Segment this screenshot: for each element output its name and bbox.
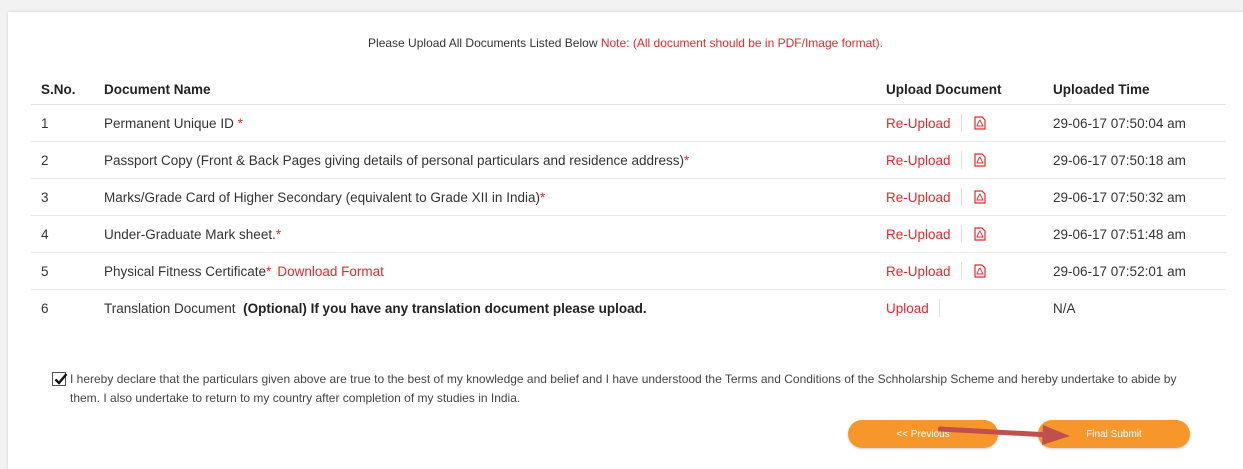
- pdf-file-icon[interactable]: [973, 264, 986, 278]
- table-row: 6 Translation Document (Optional) If you…: [31, 290, 1226, 327]
- header-upload-document: Upload Document: [876, 74, 1043, 105]
- document-label: Translation Document: [104, 300, 236, 316]
- row-upload-cell: Re-Upload: [876, 141, 1043, 179]
- header-sno: S.No.: [31, 74, 94, 105]
- pdf-file-icon[interactable]: [973, 116, 986, 130]
- row-uploaded-time: 29-06-17 07:51:48 am: [1043, 215, 1226, 253]
- upload-documents-panel: Please Upload All Documents Listed Below…: [8, 12, 1243, 469]
- row-sno: 6: [41, 300, 49, 316]
- pdf-file-icon[interactable]: [973, 190, 986, 204]
- row-uploaded-time: 29-06-17 07:50:04 am: [1043, 104, 1226, 142]
- row-document-name: Translation Document (Optional) If you h…: [94, 290, 876, 327]
- divider: [960, 225, 962, 243]
- declaration-block: I hereby declare that the particulars gi…: [52, 370, 1202, 408]
- required-marker: *: [539, 189, 546, 205]
- download-format-link[interactable]: Download Format: [277, 264, 384, 279]
- table-row: 3 Marks/Grade Card of Higher Secondary (…: [31, 178, 1226, 216]
- declaration-checkbox[interactable]: [52, 372, 68, 386]
- table-row: 2 Passport Copy (Front & Back Pages givi…: [31, 141, 1226, 179]
- upload-notice: Please Upload All Documents Listed Below…: [8, 36, 1243, 50]
- row-sno: 3: [31, 178, 94, 216]
- notice-note: Note: (All document should be in PDF/Ima…: [600, 36, 883, 50]
- check-icon: [54, 373, 68, 385]
- notice-text: Please Upload All Documents Listed Below: [368, 36, 598, 50]
- required-marker: *: [275, 226, 282, 242]
- document-label: Under-Graduate Mark sheet.: [104, 226, 276, 242]
- row-upload-cell: Re-Upload: [876, 178, 1043, 216]
- document-label: Permanent Unique ID: [104, 115, 234, 131]
- row-uploaded-time: 29-06-17 07:50:18 am: [1043, 141, 1226, 179]
- row-upload-cell: Upload: [876, 290, 1043, 327]
- row-document-name: Physical Fitness Certificate* Download Fo…: [94, 252, 876, 290]
- reupload-link[interactable]: Re-Upload: [886, 153, 951, 168]
- header-uploaded-time: Uploaded Time: [1043, 74, 1226, 105]
- row-sno: 2: [31, 141, 94, 179]
- row-document-name: Under-Graduate Mark sheet.*: [94, 215, 876, 253]
- reupload-link[interactable]: Re-Upload: [886, 227, 951, 242]
- declaration-text: I hereby declare that the particulars gi…: [70, 372, 1177, 405]
- row-upload-cell: Re-Upload: [876, 252, 1043, 290]
- document-label: Physical Fitness Certificate: [104, 263, 267, 279]
- row-upload-cell: Re-Upload: [876, 215, 1043, 253]
- pdf-file-icon[interactable]: [973, 227, 986, 241]
- reupload-link[interactable]: Re-Upload: [886, 190, 951, 205]
- required-marker: *: [233, 115, 243, 131]
- row-document-name: Permanent Unique ID *: [94, 104, 876, 142]
- document-label: Marks/Grade Card of Higher Secondary (eq…: [104, 189, 540, 205]
- documents-table: S.No. Document Name Upload Document Uplo…: [31, 74, 1226, 326]
- upload-link[interactable]: Upload: [886, 301, 929, 316]
- table-row: 1 Permanent Unique ID * Re-Upload 29-06-…: [31, 104, 1226, 142]
- row-sno: 1: [31, 104, 94, 142]
- divider: [960, 262, 962, 280]
- pdf-file-icon[interactable]: [973, 153, 986, 167]
- row-upload-cell: Re-Upload: [876, 104, 1043, 142]
- divider: [960, 151, 962, 169]
- optional-note: (Optional) If you have any translation d…: [243, 300, 647, 316]
- row-uploaded-time: N/A: [1053, 300, 1076, 316]
- required-marker: *: [266, 263, 272, 279]
- row-uploaded-time: 29-06-17 07:50:32 am: [1043, 178, 1226, 216]
- divider: [960, 188, 962, 206]
- row-uploaded-time: 29-06-17 07:52:01 am: [1043, 252, 1226, 290]
- divider: [960, 114, 962, 132]
- divider: [938, 299, 940, 317]
- table-row: 4 Under-Graduate Mark sheet.* Re-Upload …: [31, 215, 1226, 253]
- row-sno: 5: [31, 252, 94, 290]
- required-marker: *: [684, 152, 690, 168]
- row-document-name: Passport Copy (Front & Back Pages giving…: [94, 141, 876, 179]
- row-sno: 4: [31, 215, 94, 253]
- reupload-link[interactable]: Re-Upload: [886, 264, 951, 279]
- table-header-row: S.No. Document Name Upload Document Uplo…: [31, 74, 1226, 105]
- reupload-link[interactable]: Re-Upload: [886, 116, 951, 131]
- annotation-arrow: [938, 425, 1070, 445]
- table-row: 5 Physical Fitness Certificate* Download …: [31, 252, 1226, 290]
- row-document-name: Marks/Grade Card of Higher Secondary (eq…: [94, 178, 876, 216]
- header-document-name: Document Name: [94, 74, 876, 105]
- document-label: Passport Copy (Front & Back Pages giving…: [104, 152, 685, 168]
